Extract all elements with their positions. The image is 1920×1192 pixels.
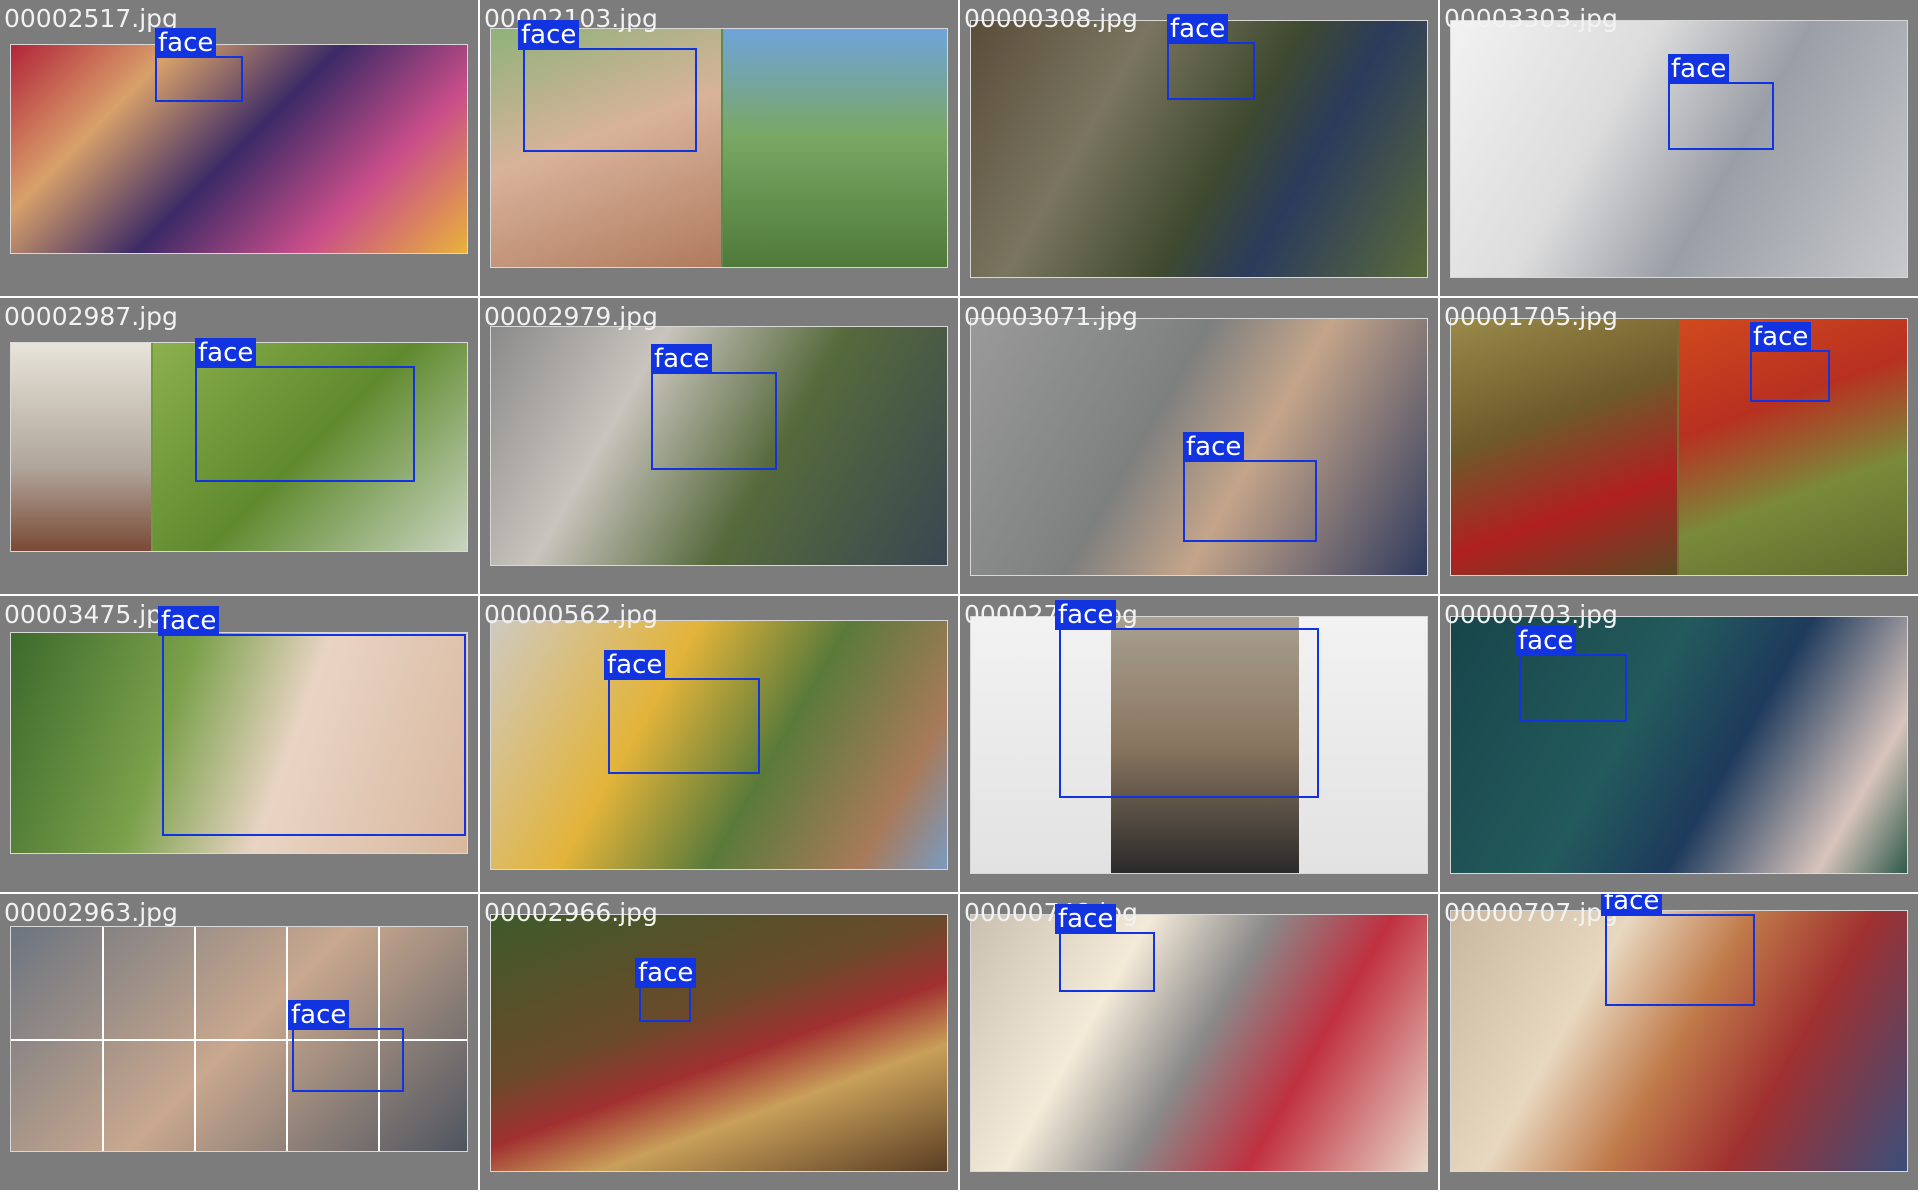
face-label: face bbox=[604, 650, 666, 680]
image-tile: face 00000707.jpg bbox=[1440, 894, 1920, 1192]
face-label: face bbox=[1183, 432, 1245, 462]
image-tile: face 00002103.jpg bbox=[480, 0, 960, 298]
face-label: face bbox=[1055, 600, 1117, 630]
image-filename: 00000707.jpg bbox=[1444, 898, 1618, 927]
image-filename: 00002966.jpg bbox=[484, 898, 658, 927]
face-label: face bbox=[518, 20, 580, 50]
image-filename: 00003303.jpg bbox=[1444, 4, 1618, 33]
face-label: face bbox=[1167, 14, 1229, 44]
face-label: face bbox=[1055, 904, 1117, 934]
face-bounding-box bbox=[1750, 350, 1830, 402]
face-bounding-box bbox=[1183, 460, 1317, 542]
detection-results-grid: face 00002517.jpg face 00002103.jpg face… bbox=[0, 0, 1920, 1192]
image-filename: 00002517.jpg bbox=[4, 4, 178, 33]
face-bounding-box bbox=[1059, 932, 1155, 992]
image-filename: 00002987.jpg bbox=[4, 302, 178, 331]
image-tile: face 00002742.jpg bbox=[960, 596, 1440, 894]
face-label: face bbox=[1601, 894, 1663, 916]
face-bounding-box bbox=[639, 986, 691, 1022]
face-bounding-box bbox=[155, 56, 243, 102]
image-filename: 00000703.jpg bbox=[1444, 600, 1618, 629]
image-filename: 00002963.jpg bbox=[4, 898, 178, 927]
face-bounding-box bbox=[1668, 82, 1774, 150]
face-label: face bbox=[288, 1000, 350, 1030]
face-label: face bbox=[195, 338, 257, 368]
image-tile: face 00000748.jpg bbox=[960, 894, 1440, 1192]
face-bounding-box bbox=[1059, 628, 1319, 798]
face-bounding-box bbox=[162, 634, 466, 836]
image-tile: face 00003071.jpg bbox=[960, 298, 1440, 596]
image-filename: 00002979.jpg bbox=[484, 302, 658, 331]
image-tile: face 00002979.jpg bbox=[480, 298, 960, 596]
face-bounding-box bbox=[523, 48, 697, 152]
face-bounding-box bbox=[1167, 42, 1255, 100]
image-tile: face 00002963.jpg bbox=[0, 894, 480, 1192]
face-bounding-box bbox=[651, 372, 777, 470]
face-bounding-box bbox=[1519, 654, 1627, 722]
image-tile: face 00000562.jpg bbox=[480, 596, 960, 894]
image-tile: face 00002987.jpg bbox=[0, 298, 480, 596]
face-label: face bbox=[158, 606, 220, 636]
face-bounding-box bbox=[292, 1028, 404, 1092]
photo-thumbnail bbox=[970, 914, 1428, 1172]
image-filename: 00003071.jpg bbox=[964, 302, 1138, 331]
image-tile: face 00000308.jpg bbox=[960, 0, 1440, 298]
image-filename: 00003475.jpg bbox=[4, 600, 178, 629]
face-label: face bbox=[155, 28, 217, 58]
face-label: face bbox=[651, 344, 713, 374]
image-tile: face 00003303.jpg bbox=[1440, 0, 1920, 298]
image-tile: face 00000703.jpg bbox=[1440, 596, 1920, 894]
image-tile: face 00002966.jpg bbox=[480, 894, 960, 1192]
image-tile: face 00002517.jpg bbox=[0, 0, 480, 298]
face-bounding-box bbox=[608, 678, 760, 774]
face-label: face bbox=[635, 958, 697, 988]
image-filename: 00000308.jpg bbox=[964, 4, 1138, 33]
face-label: face bbox=[1515, 626, 1577, 656]
face-bounding-box bbox=[195, 366, 415, 482]
image-filename: 00000562.jpg bbox=[484, 600, 658, 629]
image-filename: 00001705.jpg bbox=[1444, 302, 1618, 331]
face-bounding-box bbox=[1605, 914, 1755, 1006]
photo-thumbnail bbox=[490, 914, 948, 1172]
face-label: face bbox=[1750, 322, 1812, 352]
photo-thumbnail bbox=[1450, 318, 1908, 576]
image-tile: face 00001705.jpg bbox=[1440, 298, 1920, 596]
face-label: face bbox=[1668, 54, 1730, 84]
image-tile: face 00003475.jpg bbox=[0, 596, 480, 894]
